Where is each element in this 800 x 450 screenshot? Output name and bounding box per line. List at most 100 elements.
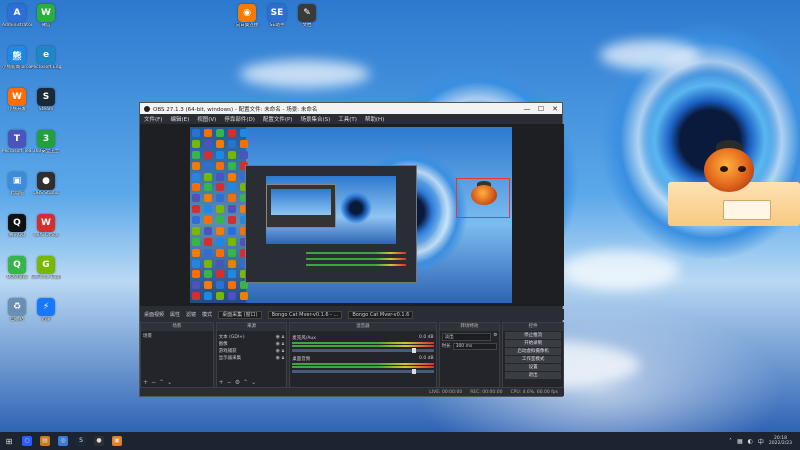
desktop-icon[interactable]: W 小熊开发 (2, 88, 32, 112)
desktop-icon-label: Microsoft Teams (2, 149, 32, 154)
taskbar-app[interactable]: ◎ (54, 432, 72, 450)
chevron-up-icon[interactable]: ˄ (729, 438, 732, 445)
window-select-2[interactable]: Bongo Cat Mver-v0.1.6 (348, 310, 414, 319)
desktop-icon-label: WPS Office (33, 233, 59, 238)
desktop-icon[interactable]: SE SE助手 (262, 4, 292, 28)
menu-item[interactable]: 工具(T) (338, 115, 357, 123)
source-item[interactable]: 图像 ◉ 🔒︎ (219, 340, 285, 347)
eye-icon[interactable]: ◉ 🔒︎ (276, 348, 285, 354)
app-icon: Q (8, 214, 26, 232)
menu-item[interactable]: 视图(V) (197, 115, 216, 123)
network-icon[interactable]: ▦ (737, 438, 743, 445)
desktop-icon-label: 腾讯QQ (8, 233, 26, 238)
minimize-icon[interactable]: — (520, 105, 534, 113)
clock[interactable]: 20:18 2022/2/23 (769, 436, 792, 446)
desktop-icon[interactable]: 3 360安全卫士 (31, 130, 61, 154)
eye-icon[interactable]: ◉ 🔒︎ (276, 355, 285, 361)
source-item[interactable]: 显示器采集 ◉ 🔒︎ (219, 354, 285, 361)
desktop-icon[interactable]: Q QQ浏览器 (2, 256, 32, 280)
desktop-icon[interactable]: W WPS Office (31, 214, 61, 238)
desktop-icon[interactable]: ⚡ 迅雷 (31, 298, 61, 322)
desktop-icon[interactable]: ✎ 文档 (292, 4, 322, 28)
desktop-icon[interactable]: TMicrosoft Teams (2, 130, 32, 154)
desktop-icon[interactable]: W 微信 (31, 4, 61, 28)
bongo-cat-overlay[interactable] (668, 138, 800, 230)
scenes-dock-controls[interactable]: +−⌃⌄ (143, 379, 175, 386)
mixer-channel-db: 0.0 dB (419, 356, 434, 361)
eye-icon[interactable]: ◉ 🔒︎ (276, 334, 285, 340)
preview-canvas[interactable] (190, 127, 512, 303)
mini-desktop-icon (216, 270, 224, 279)
desktop-icon[interactable]: S Steam (31, 88, 61, 112)
taskbar-app[interactable]: ● (90, 432, 108, 450)
obs-window[interactable]: OBS 27.1.3 (64-bit, windows) - 配置文件: 未命名… (139, 102, 564, 397)
mini-desktop-icon (228, 226, 236, 235)
sources-list: 文本 (GDI+) ◉ 🔒︎ 图像 ◉ 🔒︎ 游戏捕获 ◉ 🔒︎ 显示器采集 ◉ 🔒︎ (217, 331, 287, 363)
left-eye (720, 166, 728, 172)
filters-button[interactable]: 滤镜 (186, 311, 196, 318)
control-button[interactable]: 工作室模式 (505, 356, 561, 363)
menu-item[interactable]: 编辑(E) (170, 115, 189, 123)
scene-item[interactable]: 场景 (143, 333, 211, 339)
menu-item[interactable]: 帮助(H) (365, 115, 384, 123)
desktop-icon[interactable]: 熊小熊新闻 broadcast (2, 46, 32, 70)
app-icon: A (8, 4, 26, 22)
mini-desktop-icon (204, 248, 212, 257)
control-button[interactable]: 设置 (505, 364, 561, 371)
mini-desktop-icon (192, 205, 200, 214)
desktop-icon[interactable]: ● OBS Studio (31, 172, 61, 196)
mini-desktop-icon (216, 183, 224, 192)
volume-slider[interactable] (292, 348, 434, 353)
volume-icon[interactable]: ◐ (748, 438, 753, 445)
taskbar-app[interactable]: S (72, 432, 90, 450)
desktop-icon-label: 小熊开发 (8, 107, 26, 112)
mini-desktop-icon (204, 281, 212, 290)
desktop-icon-label: Microsoft Edge (31, 65, 61, 70)
mini-desktop-icon (204, 183, 212, 192)
transition-type-select[interactable]: 淡出 (441, 333, 492, 341)
window-select[interactable]: Bongo Cat Mver-v0.1.6 - ... (267, 310, 343, 319)
mini-desktop-icon (216, 194, 224, 203)
desktop-icon-label: Steam (38, 107, 54, 112)
menu-item[interactable]: 场景集合(S) (300, 115, 330, 123)
desktop-icon[interactable]: e Microsoft Edge (31, 46, 61, 70)
control-button[interactable]: 停止推流 (505, 332, 561, 339)
duration-input[interactable]: 300 ms (452, 343, 498, 350)
mini-desktop-icon (192, 183, 200, 192)
mixer-channel-name: 桌面音频 (292, 357, 311, 362)
menu-item[interactable]: 停靠部件(D) (224, 115, 255, 123)
control-button[interactable]: 退出 (505, 372, 561, 379)
volume-slider[interactable] (292, 369, 434, 374)
sources-dock-controls[interactable]: +−⚙⌃⌄ (219, 379, 260, 386)
app-icon: ✎ (298, 4, 316, 22)
mini-desktop-icon (192, 259, 200, 268)
source-item[interactable]: 文本 (GDI+) ◉ 🔒︎ (219, 333, 285, 340)
desktop-icon[interactable]: GGeForce Experience (31, 256, 61, 280)
desktop-icon[interactable]: Q 腾讯QQ (2, 214, 32, 238)
mixer-channel-db: 0.0 dB (419, 335, 434, 340)
desktop-icon[interactable]: A Administrator (2, 4, 32, 28)
taskbar-app[interactable]: ▤ (36, 432, 54, 450)
taskbar-app[interactable]: ○ (18, 432, 36, 450)
taskbar-app[interactable]: ▣ (108, 432, 126, 450)
live-status: LIVE: 00:00:00 (429, 389, 463, 395)
desktop-icon[interactable]: ▣ 此电脑 (2, 172, 32, 196)
obs-titlebar[interactable]: OBS 27.1.3 (64-bit, windows) - 配置文件: 未命名… (140, 103, 562, 114)
control-button[interactable]: 开始录制 (505, 340, 561, 347)
close-icon[interactable]: ✕ (548, 105, 562, 113)
menu-item[interactable]: 文件(F) (144, 115, 162, 123)
control-button[interactable]: 启动虚拟摄像机 (505, 348, 561, 355)
transition-settings-icon[interactable]: ⚙ (493, 333, 497, 341)
mini-desktop-icon (192, 292, 200, 301)
eye-icon[interactable]: ◉ 🔒︎ (276, 341, 285, 347)
maximize-icon[interactable]: ☐ (534, 105, 548, 113)
source-selection-box[interactable] (456, 178, 510, 218)
start-button[interactable]: ⊞ (0, 432, 18, 450)
capture-source-select[interactable]: 桌面采集 (窗口) (218, 310, 262, 319)
properties-button[interactable]: 属性 (170, 311, 180, 318)
menu-item[interactable]: 配置文件(P) (263, 115, 293, 123)
desktop-icon[interactable]: ♻ 回收站 (2, 298, 32, 322)
desktop-icon[interactable]: ◉ 向日葵连接 (232, 4, 262, 28)
ime-icon[interactable]: 中 (758, 437, 764, 446)
source-item[interactable]: 游戏捕获 ◉ 🔒︎ (219, 347, 285, 354)
